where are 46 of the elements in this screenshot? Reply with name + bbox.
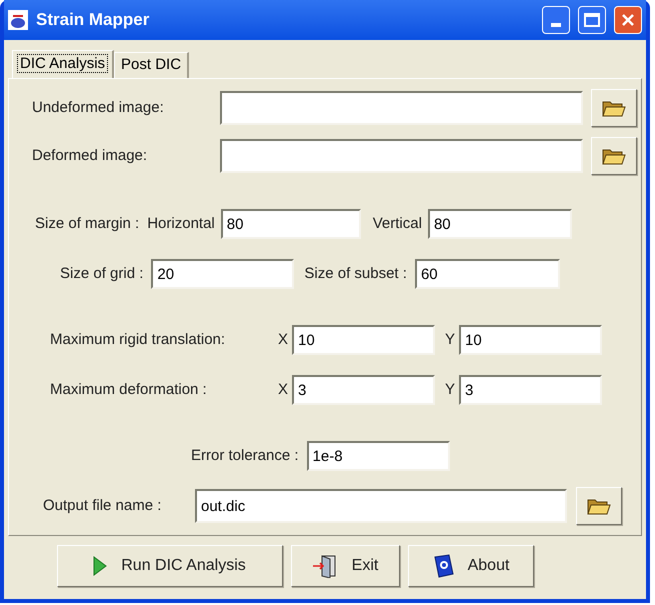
maximize-button[interactable] xyxy=(578,6,606,34)
field-label: Output file name : xyxy=(43,496,162,516)
app-icon xyxy=(8,10,28,30)
text-field[interactable]: 3 xyxy=(459,375,602,405)
text-field[interactable]: 1e-8 xyxy=(306,441,450,471)
path-field[interactable]: out.dic xyxy=(195,489,567,523)
text-field[interactable]: 3 xyxy=(292,375,436,405)
field-label: X xyxy=(278,380,288,400)
path-field[interactable] xyxy=(220,139,583,173)
door-icon xyxy=(312,554,338,578)
field-label: Vertical xyxy=(372,214,422,234)
maximize-icon xyxy=(584,13,600,27)
text-field[interactable]: 80 xyxy=(220,209,361,239)
minimize-button[interactable] xyxy=(542,6,570,34)
field-label: Y xyxy=(445,380,456,400)
path-field[interactable] xyxy=(220,91,583,125)
field-label: Horizontal xyxy=(147,214,215,234)
text-field[interactable]: 20 xyxy=(151,259,294,289)
browse-button[interactable] xyxy=(591,89,637,127)
text-field[interactable]: 10 xyxy=(459,325,602,355)
close-button[interactable] xyxy=(614,6,642,34)
field-label: Deformed image: xyxy=(32,146,148,166)
field-label: Size of subset : xyxy=(304,264,407,284)
field-label: Y xyxy=(445,330,456,350)
field-label: Undeformed image: xyxy=(32,98,165,118)
play-icon xyxy=(93,556,108,576)
field-label: Size of margin : xyxy=(35,214,140,234)
window-title: Strain Mapper xyxy=(36,9,150,32)
tab[interactable]: DIC Analysis xyxy=(12,50,114,78)
field-label: X xyxy=(278,330,288,350)
field-label: Maximum rigid translation: xyxy=(50,330,226,350)
browse-button[interactable] xyxy=(591,137,637,175)
text-field[interactable]: 80 xyxy=(428,209,572,239)
action-button[interactable]: Exit xyxy=(290,545,400,587)
field-label: Error tolerance : xyxy=(191,446,299,466)
minimize-icon xyxy=(551,23,561,27)
close-icon xyxy=(621,13,635,27)
help-book-icon xyxy=(432,554,454,578)
browse-button[interactable] xyxy=(576,487,622,525)
action-button[interactable]: About xyxy=(408,545,534,587)
text-field[interactable]: 10 xyxy=(292,325,436,355)
action-button[interactable]: Run DIC Analysis xyxy=(56,545,282,587)
tab[interactable]: Post DIC xyxy=(114,52,190,78)
text-field[interactable]: 60 xyxy=(414,259,560,289)
field-label: Maximum deformation : xyxy=(50,380,208,400)
field-label: Size of grid : xyxy=(60,264,144,284)
